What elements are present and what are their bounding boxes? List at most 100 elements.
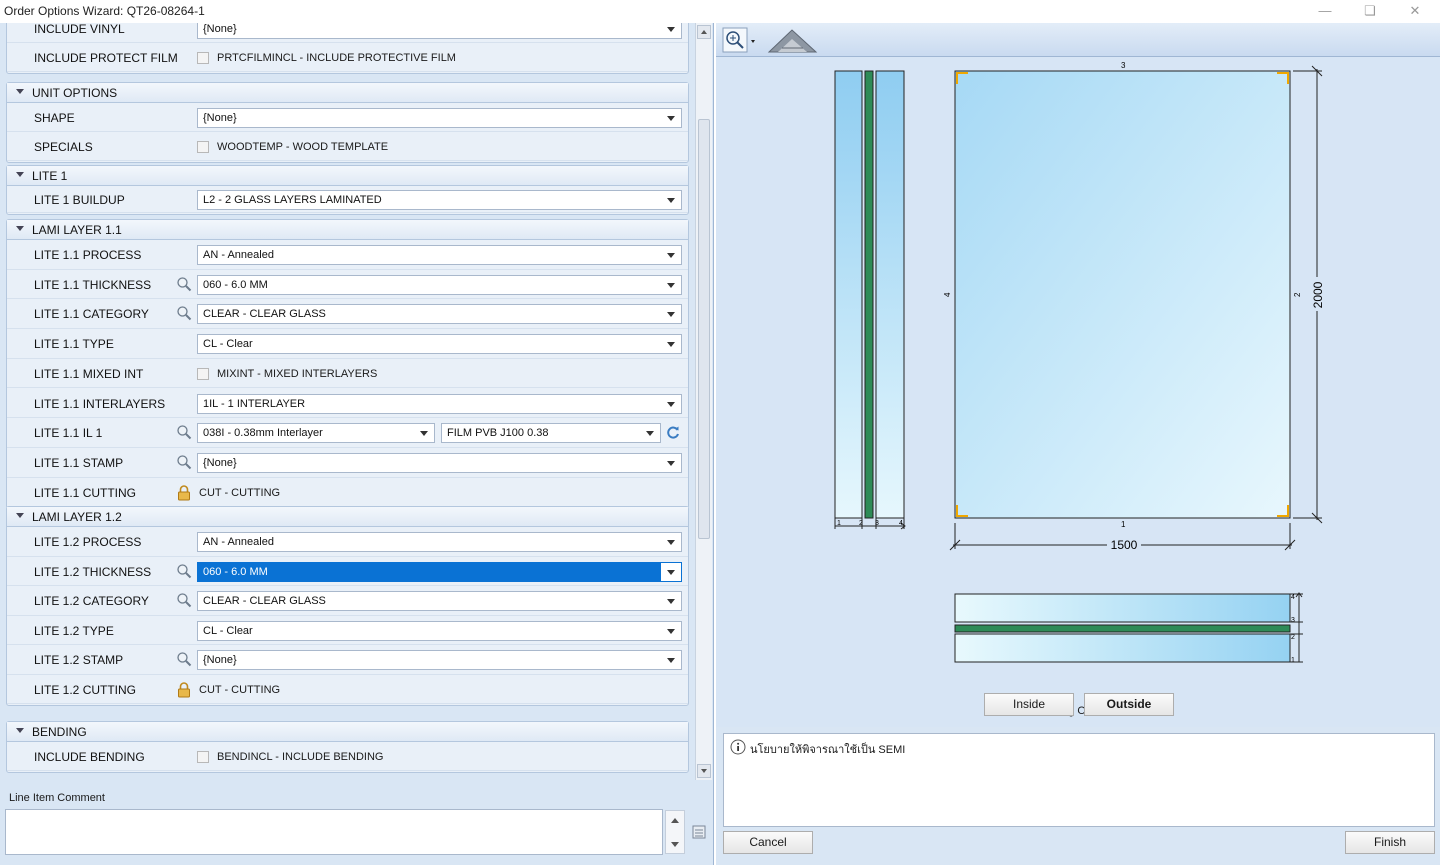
value-dropdown[interactable]: FILM PVB J100 0.38 — [441, 423, 661, 444]
property-row: LITE 1.1 STAMP {None} — [7, 448, 688, 478]
comment-textarea[interactable] — [5, 809, 663, 855]
side-interlayer — [864, 70, 874, 519]
search-icon[interactable] — [176, 276, 192, 292]
property-row: LITE 1.2 TYPE CL - Clear — [7, 616, 688, 645]
restore-icon[interactable]: ❏ — [1347, 0, 1393, 23]
group-title: LITE 1 — [32, 169, 68, 183]
value-dropdown[interactable]: {None} — [197, 108, 682, 128]
value-dropdown[interactable]: L2 - 2 GLASS LAYERS LAMINATED — [197, 190, 682, 210]
value-dropdown[interactable]: 060 - 6.0 MM — [197, 561, 682, 582]
collapse-triangle-icon[interactable] — [16, 172, 24, 177]
checkbox-label: WOODTEMP - WOOD TEMPLATE — [217, 141, 389, 153]
search-icon[interactable] — [176, 424, 192, 440]
options-pane: INCLUDE VINYL {None} INCLUDE PROTECT FILM P… — [0, 23, 714, 865]
group-header[interactable]: LITE 1 — [7, 166, 688, 186]
chevron-down-icon[interactable] — [661, 622, 681, 640]
notepad-icon[interactable] — [691, 824, 707, 840]
property-label: LITE 1.2 STAMP — [34, 653, 124, 667]
value-dropdown[interactable]: CL - Clear — [197, 620, 682, 641]
value-dropdown[interactable]: AN - Annealed — [197, 532, 682, 552]
search-icon[interactable] — [176, 592, 192, 608]
window-title: Order Options Wizard: QT26-08264-1 — [4, 4, 205, 18]
value-dropdown[interactable]: {None} — [197, 23, 682, 39]
value-dropdown[interactable]: {None} — [197, 650, 682, 670]
group-header[interactable]: LAMI LAYER 1.2 — [7, 507, 688, 527]
chevron-down-icon[interactable] — [661, 305, 681, 323]
property-row: LITE 1.2 CUTTING CUT - CUTTING — [7, 675, 688, 704]
search-icon[interactable] — [176, 651, 192, 667]
value-dropdown[interactable]: {None} — [197, 452, 682, 473]
value-dropdown[interactable]: 060 - 6.0 MM — [197, 274, 682, 295]
chevron-down-icon[interactable] — [661, 562, 681, 581]
chevron-down-icon[interactable] — [661, 533, 681, 551]
value-dropdown[interactable]: 038I - 0.38mm Interlayer — [197, 423, 435, 444]
chevron-down-icon[interactable] — [661, 592, 681, 610]
shape-view-button[interactable] — [766, 26, 820, 54]
property-label: SPECIALS — [34, 140, 93, 154]
search-icon[interactable] — [176, 454, 192, 470]
group-header[interactable]: LAMI LAYER 1.1 — [7, 220, 688, 240]
group-header[interactable]: BENDING — [7, 722, 688, 742]
chevron-down-icon[interactable] — [661, 109, 681, 127]
collapse-triangle-icon[interactable] — [16, 513, 24, 518]
chevron-up-icon — [701, 30, 707, 34]
chevron-down-icon[interactable] — [661, 454, 681, 472]
property-label: SHAPE — [34, 111, 75, 125]
chevron-down-icon[interactable] — [661, 191, 681, 209]
chevron-down-icon[interactable] — [661, 246, 681, 264]
value-dropdown[interactable]: CLEAR - CLEAR GLASS — [197, 304, 682, 325]
search-icon[interactable] — [176, 563, 192, 579]
dropdown-value: {None} — [203, 654, 237, 666]
collapse-triangle-icon[interactable] — [16, 728, 24, 733]
dropdown-value: {None} — [203, 23, 237, 35]
collapse-triangle-icon[interactable] — [16, 226, 24, 231]
value-dropdown[interactable]: CL - Clear — [197, 334, 682, 355]
chevron-down-icon[interactable] — [661, 395, 681, 413]
dropdown-value: CL - Clear — [203, 338, 253, 351]
value-dropdown[interactable]: CLEAR - CLEAR GLASS — [197, 591, 682, 611]
property-grid-scrollbar[interactable] — [695, 23, 712, 780]
option-checkbox[interactable] — [197, 52, 209, 64]
value-dropdown[interactable]: AN - Annealed — [197, 245, 682, 265]
minimize-icon[interactable]: — — [1302, 0, 1348, 23]
comment-scrollbar[interactable] — [665, 810, 685, 854]
section-label-4: 4 — [1291, 594, 1295, 601]
close-icon[interactable]: ✕ — [1392, 0, 1438, 23]
option-checkbox[interactable] — [197, 141, 209, 153]
chevron-down-icon[interactable] — [640, 424, 660, 442]
dropdown-value: AN - Annealed — [203, 536, 274, 548]
group-header[interactable]: UNIT OPTIONS — [7, 83, 688, 103]
dropdown-value: {None} — [203, 456, 237, 469]
search-icon[interactable] — [176, 305, 192, 321]
chevron-down-icon[interactable] — [661, 23, 681, 38]
chevron-down-icon[interactable] — [414, 424, 434, 442]
comment-label: Line Item Comment — [9, 792, 105, 804]
scroll-up-button[interactable] — [697, 25, 711, 39]
section-label-2: 2 — [1291, 634, 1295, 641]
locked-value: CUT - CUTTING — [199, 486, 281, 499]
option-checkbox[interactable] — [197, 751, 209, 763]
chevron-down-icon[interactable] — [661, 276, 681, 294]
scroll-thumb[interactable] — [698, 119, 710, 539]
zoom-dropdown-button[interactable] — [722, 27, 760, 53]
refresh-icon[interactable] — [665, 424, 681, 440]
scroll-down-button[interactable] — [697, 764, 711, 778]
side-label-3: 3 — [875, 520, 879, 527]
group-title: BENDING — [32, 725, 87, 739]
inside-view-button[interactable]: Inside — [984, 693, 1074, 716]
dropdown-value: FILM PVB J100 0.38 — [447, 427, 549, 440]
option-checkbox[interactable] — [197, 367, 209, 380]
finish-button[interactable]: Finish — [1345, 831, 1435, 854]
cancel-button[interactable]: Cancel — [723, 831, 813, 854]
collapse-triangle-icon[interactable] — [16, 89, 24, 94]
property-row: LITE 1.1 IL 1 038I - 0.38mm Interlayer FIL… — [7, 418, 688, 448]
checkbox-label: PRTCFILMINCL - INCLUDE PROTECTIVE FILM — [217, 52, 456, 64]
outside-view-button[interactable]: Outside — [1084, 693, 1174, 716]
value-dropdown[interactable]: 1IL - 1 INTERLAYER — [197, 393, 682, 414]
property-row: INCLUDE VINYL {None} — [7, 23, 688, 43]
property-row: LITE 1.1 PROCESS AN - Annealed — [7, 240, 688, 270]
chevron-down-icon[interactable] — [661, 651, 681, 669]
property-label: INCLUDE VINYL — [34, 23, 125, 36]
dropdown-value: {None} — [203, 112, 237, 124]
chevron-down-icon[interactable] — [661, 335, 681, 353]
